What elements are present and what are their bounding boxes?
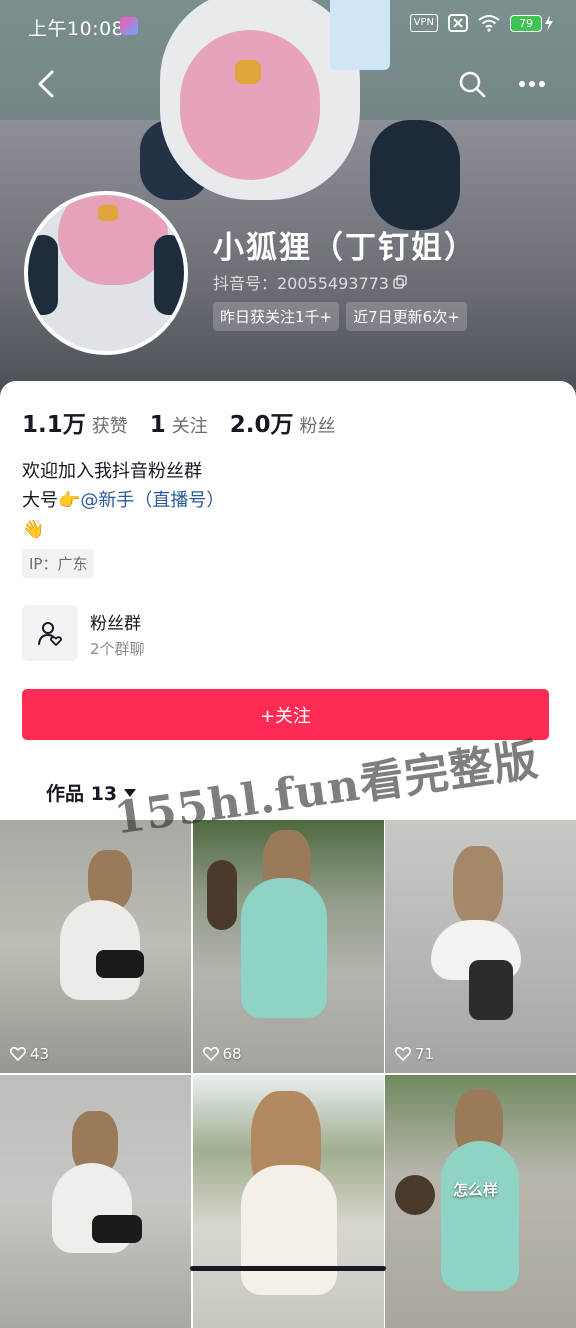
like-count-text: 43 [30,1045,50,1063]
stat-value: 2.0万 [229,412,294,438]
like-count-text: 71 [415,1045,435,1063]
profile-card: 1.1万 获赞 1 关注 2.0万 粉丝 欢迎加入我抖音粉丝群 大号👉@新手（直… [0,381,576,1328]
fan-group-icon [38,622,62,646]
fan-group-subtitle: 2个群聊 [90,640,145,658]
heart-icon [202,1047,219,1061]
stat-label: 关注 [171,416,208,437]
bio-prefix: 大号👉 [22,490,81,511]
bio-line: 大号👉@新手（直播号） [22,486,224,515]
sim-off-icon [448,14,468,32]
video-thumbnail[interactable] [192,1075,384,1328]
video-thumbnail[interactable] [0,1075,191,1328]
bio-mention-link[interactable]: @新手（直播号） [80,490,224,511]
heart-icon [395,1047,411,1061]
battery-level: 79 [510,14,542,32]
back-arrow-icon[interactable] [36,70,56,98]
profile-tag: 近7日更新6次+ [346,302,467,331]
video-thumbnail[interactable]: 怎么样 [385,1075,576,1328]
heart-icon [10,1047,26,1061]
like-count: 71 [395,1045,434,1063]
status-icons: VPN 79 [409,14,554,32]
wifi-icon [478,15,500,32]
stat-label: 粉丝 [299,416,336,437]
like-count: 68 [202,1045,242,1063]
more-options-icon[interactable] [518,80,546,88]
bio: 欢迎加入我抖音粉丝群 大号👉@新手（直播号） 👋 [22,457,224,544]
bio-line: 欢迎加入我抖音粉丝群 [22,461,202,482]
charging-icon [545,15,553,31]
stat-value: 1.1万 [22,412,86,438]
status-bar: 上午10:08 VPN 79 [0,0,576,52]
status-time: 上午10:08 [28,18,125,40]
douyin-id[interactable]: 抖音号：20055493773 [213,270,407,294]
profile-tags: 昨日获关注1千+ 近7日更新6次+ [213,302,467,331]
bio-line: 👋 [22,519,45,540]
vpn-icon: VPN [409,14,438,32]
stat-followers[interactable]: 2.0万 粉丝 [230,405,336,439]
avatar[interactable] [24,191,188,355]
fan-group-title[interactable]: 粉丝群 [90,609,141,634]
fan-group-icon-box[interactable] [22,605,78,661]
stat-likes[interactable]: 1.1万 获赞 [22,405,128,439]
video-grid: 43 68 71 怎么样 [0,820,576,1328]
stat-following[interactable]: 1 关注 [150,412,208,438]
stats-row: 1.1万 获赞 1 关注 2.0万 粉丝 [22,405,358,439]
douyin-id-text: 抖音号：20055493773 [213,274,389,293]
ip-location-badge: IP：广东 [22,549,95,578]
stat-value: 1 [149,412,166,438]
profile-header-background: 上午10:08 VPN 79 小狐狸（丁钉姐） 抖音号：20055493773 … [0,0,576,400]
profile-name: 小狐狸（丁钉姐） [213,230,477,266]
battery-indicator: 79 [510,14,554,32]
search-icon[interactable] [458,70,486,98]
tab-works-label: 作品 13 [46,783,118,805]
profile-tag: 昨日获关注1千+ [213,302,340,331]
app-notification-icon [120,17,138,35]
like-count: 43 [10,1045,49,1063]
home-indicator[interactable] [190,1266,386,1271]
video-thumbnail[interactable]: 43 [0,820,191,1073]
video-thumbnail[interactable]: 71 [385,820,576,1073]
like-count-text: 68 [222,1045,242,1063]
stat-label: 获赞 [91,416,128,437]
copy-icon[interactable] [393,275,407,289]
video-overlay-text: 怎么样 [453,1181,499,1199]
video-thumbnail[interactable]: 68 [192,820,384,1073]
